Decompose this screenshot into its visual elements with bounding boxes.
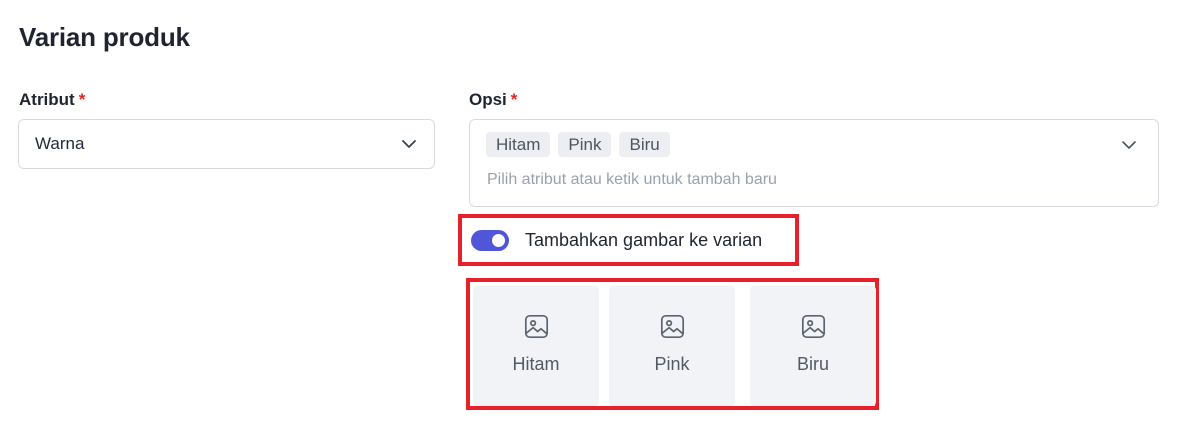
image-icon: [524, 314, 548, 339]
option-chip-pink[interactable]: Pink: [558, 132, 612, 157]
image-toggle-switch[interactable]: [471, 229, 509, 251]
image-icon: [801, 314, 825, 339]
image-icon: [660, 314, 684, 339]
options-required-mark: *: [510, 90, 518, 109]
variant-image-card-hitam[interactable]: Hitam: [473, 286, 599, 406]
variant-image-card-label: Biru: [796, 354, 829, 374]
toggle-knob: [492, 233, 505, 247]
attribute-label-text: Atribut: [19, 90, 75, 109]
variant-image-cards: Hitam Pink Biru: [466, 278, 879, 410]
variant-image-card-biru[interactable]: Biru: [750, 286, 876, 406]
attribute-select[interactable]: Warna: [18, 119, 435, 169]
attribute-label: Atribut *: [19, 90, 85, 110]
attribute-select-value: Warna: [35, 134, 85, 153]
image-toggle-row: Tambahkan gambar ke varian: [458, 214, 799, 266]
options-label-text: Opsi: [469, 90, 507, 109]
section-title: Varian produk: [19, 22, 190, 52]
options-input-placeholder[interactable]: Pilih atribut atau ketik untuk tambah ba…: [487, 171, 777, 189]
variant-image-card-label: Pink: [654, 354, 690, 374]
image-toggle-label: Tambahkan gambar ke varian: [525, 229, 763, 250]
chevron-down-icon[interactable]: [1120, 136, 1138, 154]
chevron-down-icon: [402, 140, 416, 148]
options-chip-list: Hitam Pink Biru: [486, 132, 670, 157]
options-label: Opsi *: [469, 90, 517, 110]
variant-image-card-pink[interactable]: Pink: [609, 286, 735, 406]
attribute-required-mark: *: [78, 90, 86, 109]
options-multiselect[interactable]: Hitam Pink Biru Pilih atribut atau ketik…: [469, 119, 1159, 207]
variant-image-card-label: Hitam: [512, 354, 560, 374]
option-chip-biru[interactable]: Biru: [619, 132, 670, 157]
option-chip-hitam[interactable]: Hitam: [486, 132, 551, 157]
